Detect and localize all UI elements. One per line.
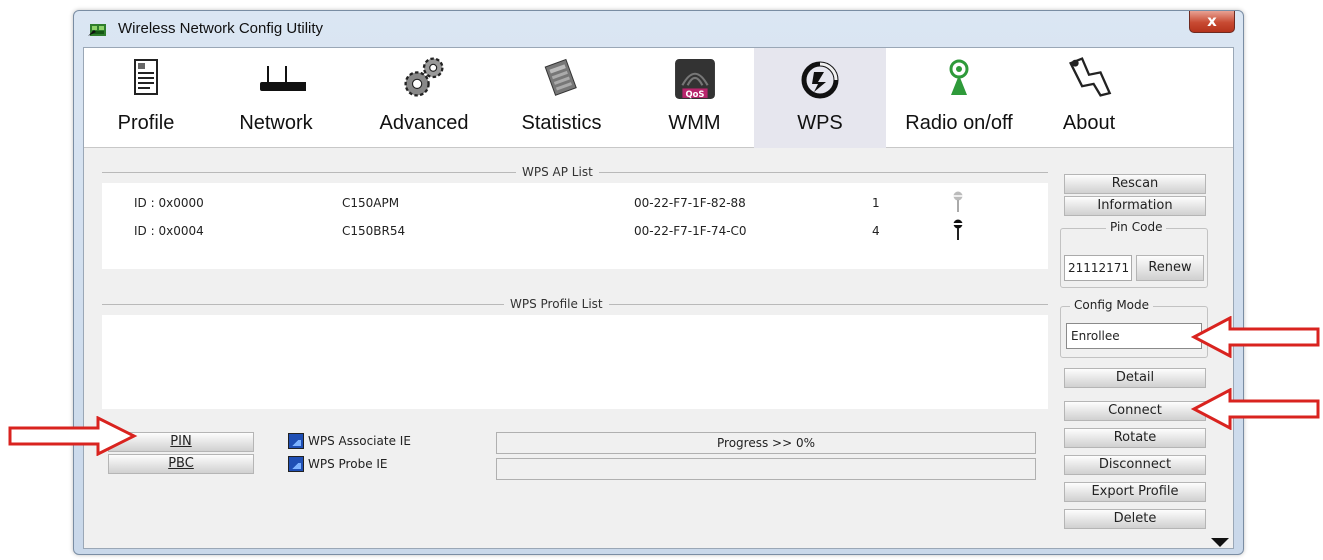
pbc-button[interactable]: PBC: [108, 454, 254, 474]
tab-statistics-label: Statistics: [521, 112, 602, 134]
wps-probe-ie-checkbox[interactable]: [288, 456, 304, 472]
tab-wmm-label: WMM: [668, 112, 721, 134]
ap-bssid: 00-22-F7-1F-82-88: [634, 196, 746, 210]
toolbar: Profile Network Advanced Statistics QoS …: [84, 48, 1233, 148]
wps-associate-ie-label: WPS Associate IE: [308, 434, 411, 448]
arrow-to-pin-icon: [8, 416, 138, 456]
table-row[interactable]: ID : 0x0004 C150BR54 00-22-F7-1F-74-C0 4: [102, 217, 1048, 245]
config-mode-select[interactable]: Enrollee: [1066, 323, 1202, 349]
qos-wmm-icon: QoS: [674, 59, 715, 99]
wps-icon: [801, 61, 839, 99]
tab-advanced-label: Advanced: [379, 112, 469, 134]
wps-profile-list[interactable]: [102, 315, 1048, 409]
information-button[interactable]: Information: [1064, 196, 1206, 216]
tab-statistics[interactable]: Statistics: [499, 48, 624, 148]
ap-id: ID : 0x0000: [134, 196, 204, 210]
radio-antenna-icon: [949, 59, 969, 95]
ap-list-caption: WPS AP List: [516, 165, 599, 179]
ap-ssid: C150BR54: [342, 224, 406, 238]
tab-about-label: About: [1062, 112, 1116, 134]
unlocked-key-icon: [953, 191, 963, 212]
pbc-button-label: PBC: [168, 456, 194, 471]
rescan-button[interactable]: Rescan: [1064, 174, 1206, 194]
tab-about[interactable]: About: [1039, 48, 1139, 148]
progress-bar: [496, 458, 1036, 480]
close-button[interactable]: x: [1189, 11, 1235, 33]
config-mode-title: Config Mode: [1070, 298, 1154, 312]
pin-code-field[interactable]: 21112171: [1064, 255, 1132, 281]
pin-button-label: PIN: [170, 434, 192, 449]
ap-bssid: 00-22-F7-1F-74-C0: [634, 224, 747, 238]
tab-profile[interactable]: Profile: [96, 48, 196, 148]
wps-associate-ie-checkbox[interactable]: [288, 433, 304, 449]
delete-button[interactable]: Delete: [1064, 509, 1206, 529]
tab-profile-label: Profile: [117, 112, 175, 134]
ap-id: ID : 0x0004: [134, 224, 204, 238]
pin-code-title: Pin Code: [1106, 220, 1167, 234]
tab-radio[interactable]: Radio on/off: [889, 48, 1029, 148]
profile-list-caption: WPS Profile List: [504, 297, 609, 311]
wps-probe-ie-label: WPS Probe IE: [308, 457, 388, 471]
tab-wmm[interactable]: QoS WMM: [637, 48, 752, 148]
connect-button[interactable]: Connect: [1064, 401, 1206, 421]
tab-radio-label: Radio on/off: [905, 112, 1013, 134]
close-icon: x: [1207, 12, 1217, 30]
network-icon: [260, 66, 306, 91]
config-mode-value: Enrollee: [1071, 329, 1120, 343]
tab-wps[interactable]: WPS: [754, 48, 886, 148]
app-icon: [88, 24, 106, 36]
svg-text:QoS: QoS: [685, 89, 704, 99]
window-title: Wireless Network Config Utility: [118, 20, 324, 37]
ap-ssid: C150APM: [342, 196, 400, 210]
tab-wps-label: WPS: [797, 112, 843, 134]
ap-channel: 4: [872, 224, 880, 238]
renew-button[interactable]: Renew: [1136, 255, 1204, 281]
key-icon: [953, 219, 963, 240]
arrow-to-connect-icon: [1190, 388, 1320, 430]
scroll-down-arrow-icon[interactable]: [1211, 538, 1229, 547]
title-bar[interactable]: Wireless Network Config Utility x: [74, 11, 1243, 47]
rotate-button[interactable]: Rotate: [1064, 428, 1206, 448]
tab-advanced[interactable]: Advanced: [359, 48, 489, 148]
table-row[interactable]: ID : 0x0000 C150APM 00-22-F7-1F-82-88 1: [102, 189, 1048, 217]
arrow-to-config-mode-icon: [1190, 316, 1320, 358]
export-profile-button[interactable]: Export Profile: [1064, 482, 1206, 502]
advanced-gears-icon: [404, 57, 444, 97]
profile-icon: [134, 59, 158, 95]
disconnect-button[interactable]: Disconnect: [1064, 455, 1206, 475]
client-area: Profile Network Advanced Statistics QoS …: [83, 47, 1234, 549]
tab-network-label: Network: [239, 112, 313, 134]
detail-button[interactable]: Detail: [1064, 368, 1206, 388]
about-icon: [1069, 57, 1112, 97]
ap-channel: 1: [872, 196, 880, 210]
progress-status: Progress >> 0%: [496, 432, 1036, 454]
statistics-icon: [544, 58, 577, 96]
wps-ap-list[interactable]: ID : 0x0000 C150APM 00-22-F7-1F-82-88 1 …: [102, 183, 1048, 269]
app-window: Wireless Network Config Utility x Profil…: [73, 10, 1244, 555]
tab-network[interactable]: Network: [221, 48, 331, 148]
